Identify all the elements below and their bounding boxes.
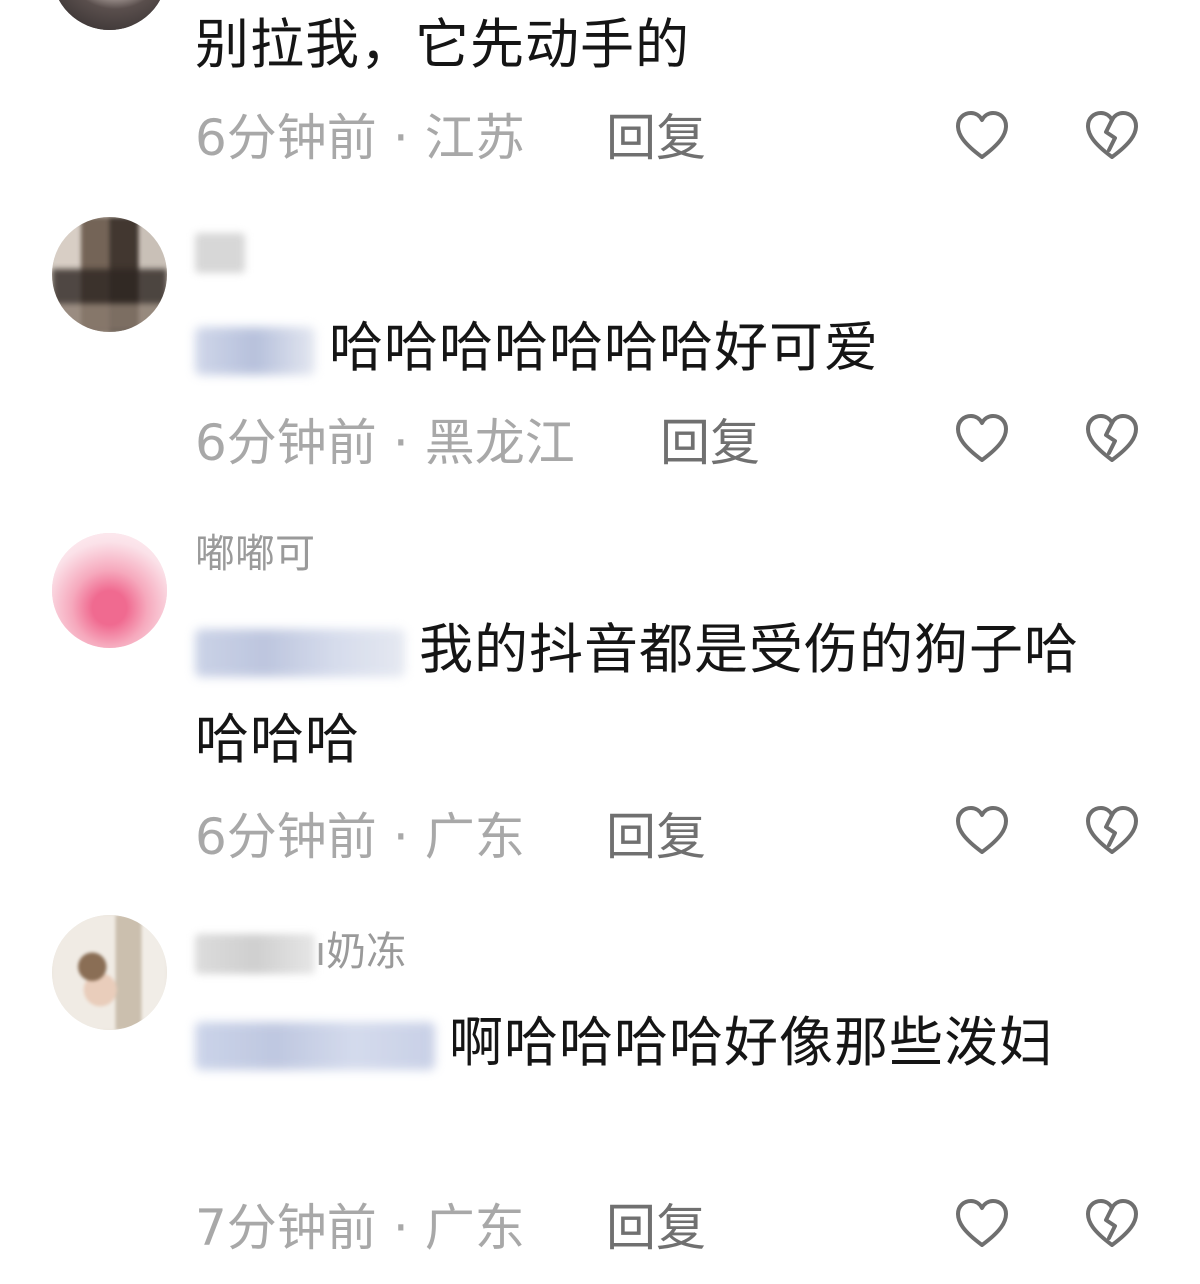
like-button[interactable] bbox=[955, 413, 1009, 467]
avatar[interactable] bbox=[52, 915, 167, 1030]
comment-time: 6分钟前 bbox=[195, 109, 377, 167]
username-blurred bbox=[195, 233, 245, 273]
comment-text: 别拉我，它先动手的 bbox=[195, 13, 690, 76]
comment-time: 6分钟前 bbox=[195, 808, 377, 866]
comment-location: 广东 bbox=[424, 1199, 525, 1257]
comment-meta: 6分钟前 · 黑龙江 bbox=[195, 413, 575, 473]
dislike-button[interactable] bbox=[1085, 413, 1139, 467]
avatar[interactable] bbox=[52, 217, 167, 332]
broken-heart-icon bbox=[1086, 111, 1138, 159]
comment-item: 嘟嘟可 我的抖音都是受伤的狗子哈哈哈哈 6分钟前 · 广东 回复 bbox=[0, 510, 1200, 890]
username[interactable]: 嘟嘟可 bbox=[195, 530, 315, 578]
reply-mention-blurred bbox=[195, 1022, 435, 1071]
heart-outline-icon bbox=[956, 414, 1008, 462]
reply-button[interactable]: 回复 bbox=[660, 413, 760, 473]
comment-item: ı奶冻 啊哈哈哈哈好像那些泼妇 7分钟前 · 广东 回复 bbox=[0, 900, 1200, 1284]
comment-text-content: 哈哈哈哈哈哈哈好可爱 bbox=[329, 316, 879, 379]
comment-time: 6分钟前 bbox=[195, 414, 377, 472]
broken-heart-icon bbox=[1086, 806, 1138, 854]
comment-location: 江苏 bbox=[424, 109, 525, 167]
broken-heart-icon bbox=[1086, 414, 1138, 462]
heart-outline-icon bbox=[956, 806, 1008, 854]
broken-heart-icon bbox=[1086, 1199, 1138, 1247]
dislike-button[interactable] bbox=[1085, 110, 1139, 164]
like-button[interactable] bbox=[955, 110, 1009, 164]
dislike-button[interactable] bbox=[1085, 1198, 1139, 1252]
comment-meta: 7分钟前 · 广东 bbox=[195, 1198, 525, 1258]
heart-outline-icon bbox=[956, 111, 1008, 159]
reply-mention-blurred bbox=[195, 629, 405, 678]
meta-separator: · bbox=[392, 109, 409, 167]
comment-text-content: 啊哈哈哈哈好像那些泼妇 bbox=[449, 1011, 1054, 1074]
username-blurred bbox=[195, 934, 315, 974]
meta-separator: · bbox=[392, 414, 409, 472]
comment-item: 别拉我，它先动手的 6分钟前 · 江苏 回复 bbox=[0, 0, 1200, 190]
dislike-button[interactable] bbox=[1085, 805, 1139, 859]
username[interactable] bbox=[195, 227, 245, 275]
comment-text: 啊哈哈哈哈好像那些泼妇 bbox=[195, 998, 1130, 1088]
like-button[interactable] bbox=[955, 1198, 1009, 1252]
comment-text: 哈哈哈哈哈哈哈好可爱 bbox=[195, 303, 1130, 393]
heart-outline-icon bbox=[956, 1199, 1008, 1247]
username[interactable]: ı奶冻 bbox=[195, 928, 406, 976]
meta-separator: · bbox=[392, 808, 409, 866]
like-button[interactable] bbox=[955, 805, 1009, 859]
meta-separator: · bbox=[392, 1199, 409, 1257]
reply-button[interactable]: 回复 bbox=[606, 108, 706, 168]
reply-button[interactable]: 回复 bbox=[606, 807, 706, 867]
comment-time: 7分钟前 bbox=[195, 1199, 377, 1257]
comment-meta: 6分钟前 · 广东 bbox=[195, 807, 525, 867]
comment-text: 我的抖音都是受伤的狗子哈哈哈哈 bbox=[195, 605, 1130, 785]
reply-button[interactable]: 回复 bbox=[606, 1198, 706, 1258]
avatar[interactable] bbox=[52, 533, 167, 648]
reply-mention-blurred bbox=[195, 327, 315, 376]
comment-item: 哈哈哈哈哈哈哈好可爱 6分钟前 · 黑龙江 回复 bbox=[0, 205, 1200, 495]
comment-location: 黑龙江 bbox=[424, 414, 575, 472]
comment-meta: 6分钟前 · 江苏 bbox=[195, 108, 525, 168]
avatar[interactable] bbox=[52, 0, 167, 30]
comment-location: 广东 bbox=[424, 808, 525, 866]
